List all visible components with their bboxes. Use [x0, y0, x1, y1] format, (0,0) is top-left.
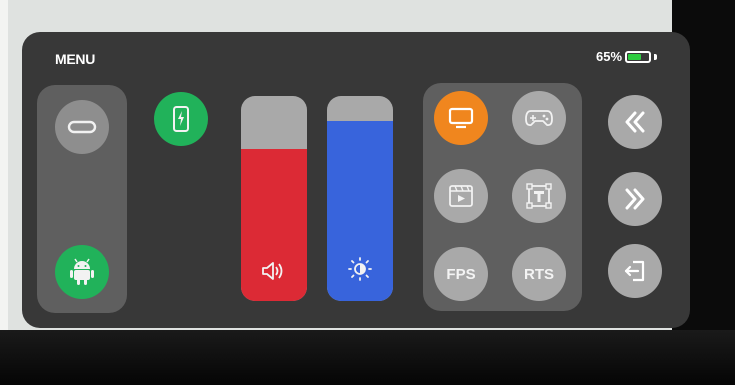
brightness-slider[interactable]	[327, 96, 393, 301]
phone-charging-icon	[172, 106, 190, 132]
mode-text-button[interactable]	[512, 169, 566, 223]
mode-rts-button[interactable]: RTS	[512, 247, 566, 301]
battery-indicator: 65%	[596, 49, 658, 64]
android-icon	[69, 258, 95, 286]
monitor-icon	[448, 107, 474, 129]
previous-button[interactable]	[608, 95, 662, 149]
video-player-icon	[448, 184, 474, 208]
brightness-icon	[327, 257, 393, 281]
battery-percent: 65%	[596, 49, 623, 64]
gamepad-icon	[524, 107, 554, 129]
mode-fps-button[interactable]: FPS	[434, 247, 488, 301]
usb-c-port-icon	[67, 120, 97, 134]
battery-icon	[625, 50, 652, 63]
android-button[interactable]	[55, 245, 109, 299]
mode-monitor-button[interactable]	[434, 91, 488, 145]
exit-button[interactable]	[608, 244, 662, 298]
double-chevron-right-icon	[623, 187, 647, 211]
volume-slider[interactable]	[241, 96, 307, 301]
usb-c-button[interactable]	[55, 100, 109, 154]
mode-group: FPS RTS	[423, 83, 582, 311]
speaker-volume-icon	[241, 261, 307, 281]
menu-title: MENU	[55, 51, 96, 67]
text-box-icon	[526, 183, 552, 209]
mode-gamepad-button[interactable]	[512, 91, 566, 145]
double-chevron-left-icon	[623, 110, 647, 134]
mode-video-button[interactable]	[434, 169, 488, 223]
device-bezel-bottom	[0, 330, 735, 385]
screen-edge-left	[0, 0, 8, 330]
exit-icon	[623, 259, 647, 283]
connection-group	[37, 85, 127, 313]
battery-tip	[654, 53, 658, 60]
menu-panel: MENU 65% FPS RTS	[22, 32, 690, 328]
next-button[interactable]	[608, 172, 662, 226]
charging-button[interactable]	[154, 92, 208, 146]
battery-level-fill	[628, 53, 642, 60]
